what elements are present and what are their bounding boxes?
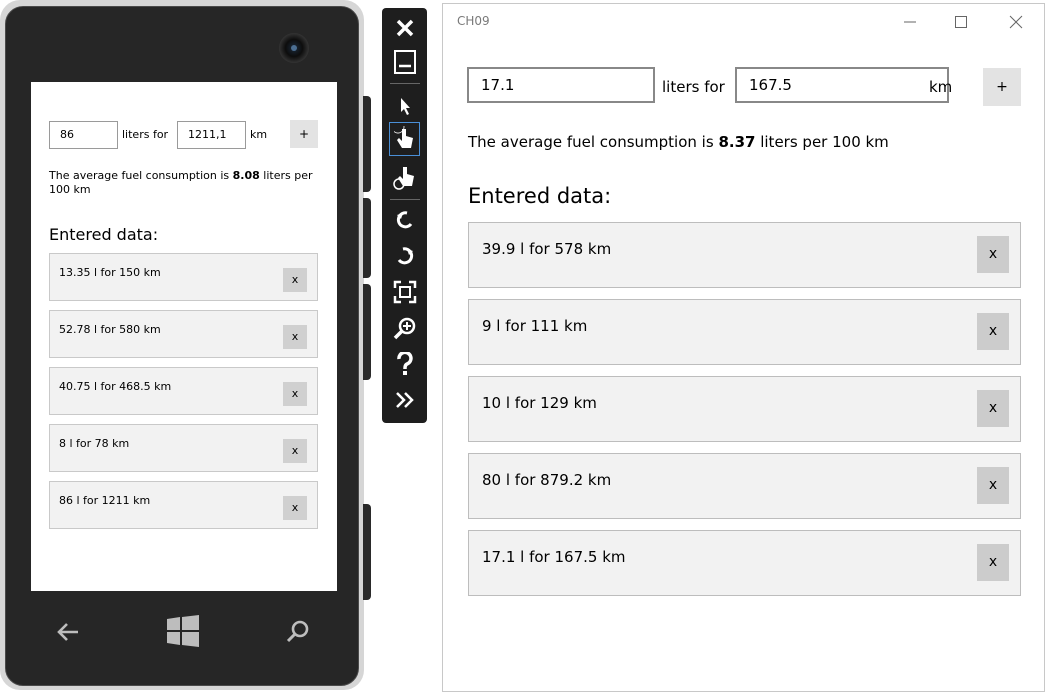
phone-list-item-label: 40.75 l for 468.5 km [59, 380, 172, 393]
more-icon[interactable] [382, 382, 427, 418]
toolbar-separator [390, 83, 420, 84]
phone-list-item: 40.75 l for 468.5 km x [49, 367, 318, 415]
km-label: km [929, 78, 953, 96]
windows-icon[interactable] [166, 614, 200, 648]
list-item-label: 39.9 l for 578 km [482, 240, 612, 258]
phone-liters-for-label: liters for [122, 128, 169, 141]
phone-remove-button[interactable]: x [283, 268, 307, 292]
phone-add-button[interactable]: + [290, 120, 318, 148]
phone-average-prefix: The average fuel consumption is [49, 169, 233, 182]
phone-list-item-label: 52.78 l for 580 km [59, 323, 161, 336]
phone-km-label: km [250, 128, 268, 141]
phone-side-button [363, 504, 371, 600]
average-text: The average fuel consumption is 8.37 lit… [468, 133, 889, 151]
phone-list-item: 52.78 l for 580 km x [49, 310, 318, 358]
list-item: 80 l for 879.2 km x [468, 453, 1021, 519]
average-value: 8.37 [718, 133, 756, 151]
phone-list-item-label: 8 l for 78 km [59, 437, 130, 450]
phone-side-button [363, 284, 371, 380]
phone-list-item: 13.35 l for 150 km x [49, 253, 318, 301]
phone-list-item-label: 13.35 l for 150 km [59, 266, 161, 279]
maximize-window-icon[interactable] [941, 8, 981, 36]
window-title: CH09 [457, 14, 490, 28]
add-button[interactable]: + [983, 68, 1021, 106]
close-icon[interactable] [382, 10, 427, 46]
distance-input[interactable]: 167.5 [735, 67, 949, 103]
phone-remove-button[interactable]: x [283, 382, 307, 406]
remove-button[interactable]: x [977, 236, 1009, 273]
list-item: 39.9 l for 578 km x [468, 222, 1021, 288]
list-item-label: 9 l for 111 km [482, 317, 588, 335]
rotate-left-icon[interactable] [382, 202, 427, 238]
phone-remove-button[interactable]: x [283, 325, 307, 349]
help-icon[interactable] [382, 346, 427, 382]
phone-list-item: 86 l for 1211 km x [49, 481, 318, 529]
single-touch-icon[interactable] [389, 122, 420, 156]
close-window-icon[interactable] [996, 8, 1036, 36]
zoom-icon[interactable] [382, 310, 427, 346]
minimize-icon[interactable] [382, 44, 427, 80]
minimize-window-icon[interactable] [890, 8, 930, 36]
app-window: CH09 17.1 liters for 167.5 km + The aver… [442, 3, 1045, 692]
fit-to-screen-icon[interactable] [382, 274, 427, 310]
average-prefix: The average fuel consumption is [468, 133, 719, 151]
list-item-label: 80 l for 879.2 km [482, 471, 612, 489]
phone-remove-button[interactable]: x [283, 439, 307, 463]
liters-for-label: liters for [662, 78, 725, 96]
toolbar-separator [390, 199, 420, 200]
phone-list-item-label: 86 l for 1211 km [59, 494, 151, 507]
multi-touch-icon[interactable] [382, 160, 427, 196]
list-item: 10 l for 129 km x [468, 376, 1021, 442]
phone-entered-data-heading: Entered data: [49, 225, 159, 244]
phone-list-item: 8 l for 78 km x [49, 424, 318, 472]
remove-button[interactable]: x [977, 390, 1009, 427]
average-suffix: liters per 100 km [755, 133, 889, 151]
rotate-right-icon[interactable] [382, 238, 427, 274]
list-item: 9 l for 111 km x [468, 299, 1021, 365]
camera-lens [291, 45, 297, 51]
phone-average-text: The average fuel consumption is 8.08 lit… [49, 169, 319, 197]
phone-screen: 86 liters for 1211,1 km + The average fu… [31, 82, 337, 591]
phone-side-button [363, 198, 371, 278]
fuel-input[interactable]: 17.1 [467, 67, 655, 103]
remove-button[interactable]: x [977, 544, 1009, 581]
emulator-toolbar [382, 8, 427, 423]
phone-remove-button[interactable]: x [283, 496, 307, 520]
phone-fuel-input[interactable]: 86 [49, 121, 118, 149]
phone-average-value: 8.08 [232, 169, 260, 182]
entered-data-heading: Entered data: [468, 184, 612, 208]
phone-distance-input[interactable]: 1211,1 [177, 121, 246, 149]
remove-button[interactable]: x [977, 467, 1009, 504]
phone-side-button [363, 96, 371, 192]
list-item: 17.1 l for 167.5 km x [468, 530, 1021, 596]
list-item-label: 10 l for 129 km [482, 394, 597, 412]
back-icon[interactable] [54, 618, 82, 646]
list-item-label: 17.1 l for 167.5 km [482, 548, 626, 566]
search-icon[interactable] [284, 618, 312, 646]
remove-button[interactable]: x [977, 313, 1009, 350]
pointer-icon[interactable] [382, 88, 427, 124]
